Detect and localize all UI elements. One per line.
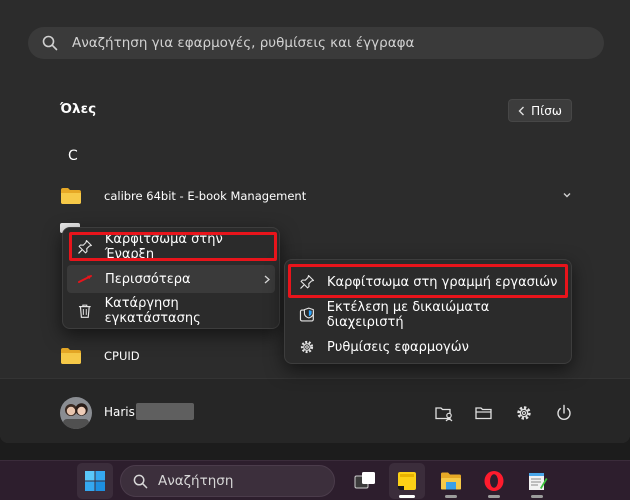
menu-item-uninstall[interactable]: Κατάργηση εγκατάστασης bbox=[67, 296, 275, 326]
back-button[interactable]: Πίσω bbox=[508, 99, 572, 122]
redacted-surname bbox=[136, 403, 194, 420]
letter-group-header[interactable]: C bbox=[68, 148, 78, 164]
menu-item-label: Ρυθμίσεις εφαρμογών bbox=[327, 339, 469, 355]
taskbar-search-placeholder: Αναζήτηση bbox=[158, 473, 234, 489]
menu-item-pin-to-start[interactable]: Καρφίτσωμα στην Έναρξη bbox=[67, 232, 275, 262]
running-indicator bbox=[445, 495, 457, 498]
menu-item-run-as-admin[interactable]: Εκτέλεση με δικαιώματα διαχειριστή bbox=[291, 300, 567, 330]
menu-item-pin-to-taskbar[interactable]: Καρφίτσωμα στη γραμμή εργασιών bbox=[291, 267, 567, 297]
taskbar: Αναζήτηση bbox=[0, 460, 630, 500]
app-item-calibre[interactable]: calibre 64bit - E-book Management bbox=[60, 181, 306, 211]
taskbar-task-view[interactable] bbox=[347, 463, 383, 499]
power-icon[interactable] bbox=[554, 403, 574, 423]
user-bar: Haris bbox=[0, 378, 630, 443]
search-placeholder: Αναζήτηση για εφαρμογές, ρυθμίσεις και έ… bbox=[72, 35, 415, 51]
app-item-cpuid[interactable]: CPUID bbox=[60, 341, 140, 371]
notepad-icon bbox=[529, 473, 548, 490]
folder-icon bbox=[60, 187, 82, 205]
chevron-left-icon bbox=[518, 106, 525, 115]
menu-item-more[interactable]: Περισσότερα bbox=[67, 265, 275, 293]
gear-icon bbox=[300, 340, 314, 354]
task-view-icon bbox=[354, 472, 375, 489]
taskbar-sticky-notes[interactable] bbox=[389, 463, 425, 499]
menu-item-app-settings[interactable]: Ρυθμίσεις εφαρμογών bbox=[291, 332, 567, 362]
trash-icon bbox=[78, 304, 91, 318]
user-name[interactable]: Haris bbox=[104, 405, 135, 419]
sub-menu: Καρφίτσωμα στη γραμμή εργασιών Εκτέλεση … bbox=[284, 259, 572, 364]
taskbar-file-explorer[interactable] bbox=[433, 463, 469, 499]
avatar[interactable] bbox=[60, 397, 92, 429]
menu-item-label: Καρφίτσωμα στη γραμμή εργασιών bbox=[327, 274, 558, 290]
context-menu: Καρφίτσωμα στην Έναρξη Περισσότερα Κατάρ… bbox=[62, 227, 280, 329]
start-menu: Αναζήτηση για εφαρμογές, ρυθμίσεις και έ… bbox=[0, 0, 630, 443]
windows-logo-icon bbox=[85, 471, 105, 491]
running-indicator bbox=[399, 495, 415, 498]
menu-item-label: Εκτέλεση με δικαιώματα διαχειριστή bbox=[326, 300, 490, 330]
folder-icon bbox=[60, 347, 82, 365]
search-box[interactable]: Αναζήτηση για εφαρμογές, ρυθμίσεις και έ… bbox=[28, 27, 604, 59]
taskbar-notepad-app[interactable] bbox=[519, 463, 555, 499]
app-label: calibre 64bit - E-book Management bbox=[104, 189, 307, 203]
menu-item-label: Περισσότερα bbox=[105, 271, 191, 287]
taskbar-opera[interactable] bbox=[476, 463, 512, 499]
user-folder-icon[interactable] bbox=[434, 403, 454, 423]
pin-icon bbox=[300, 274, 315, 289]
all-apps-heading: Όλες bbox=[60, 101, 97, 117]
app-label: CPUID bbox=[104, 349, 140, 363]
opera-icon bbox=[484, 471, 504, 491]
taskbar-start-button[interactable] bbox=[77, 463, 113, 499]
pin-icon bbox=[78, 239, 92, 254]
search-icon bbox=[133, 474, 148, 488]
chevron-down-icon[interactable] bbox=[561, 190, 573, 200]
file-explorer-icon[interactable] bbox=[474, 403, 494, 423]
settings-gear-icon[interactable] bbox=[514, 403, 534, 423]
admin-shield-icon bbox=[299, 307, 314, 322]
sticky-notes-icon bbox=[398, 472, 416, 490]
search-icon bbox=[42, 35, 58, 51]
more-icon bbox=[78, 275, 92, 283]
file-explorer-icon bbox=[441, 472, 461, 490]
back-label: Πίσω bbox=[531, 103, 562, 118]
menu-item-label: Κατάργηση εγκατάστασης bbox=[104, 296, 201, 326]
taskbar-search[interactable]: Αναζήτηση bbox=[120, 465, 335, 497]
running-indicator bbox=[488, 495, 500, 498]
running-indicator bbox=[531, 495, 543, 498]
menu-item-label: Καρφίτσωμα στην Έναρξη bbox=[104, 232, 223, 262]
chevron-right-icon bbox=[264, 275, 270, 284]
